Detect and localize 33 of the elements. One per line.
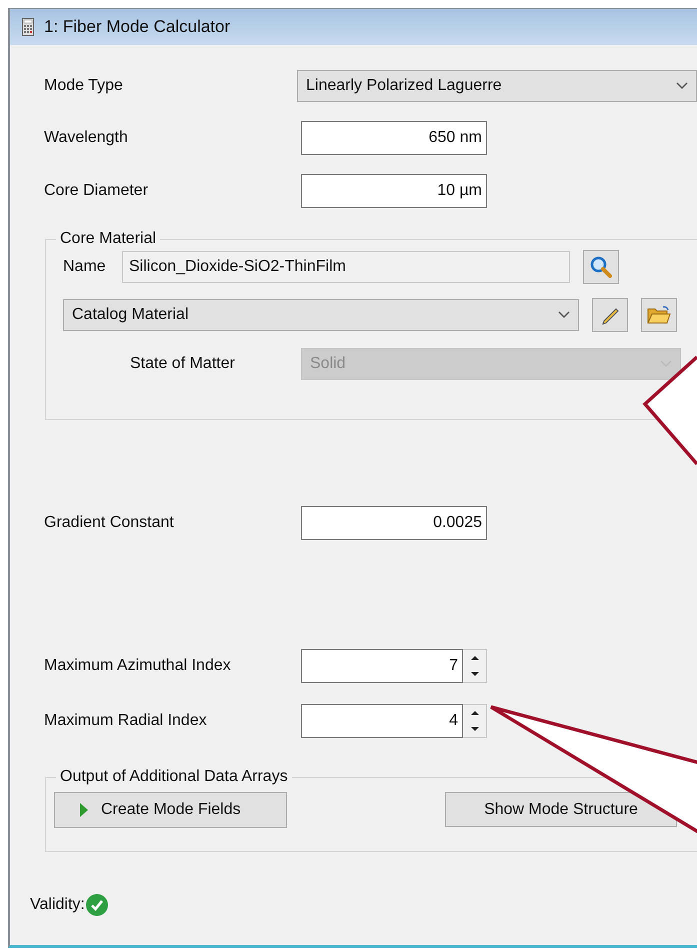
show-button[interactable]: Show Mode Structure: [445, 792, 677, 827]
group-title: Core Material: [59, 230, 158, 248]
validity-label: Validity:: [30, 896, 85, 914]
field-label: Name: [63, 258, 107, 276]
folder-icon: [646, 304, 672, 326]
field-label: Gradient Constant: [44, 514, 175, 532]
field-label: Maximum Azimuthal Index: [44, 657, 232, 675]
open-button[interactable]: [641, 298, 677, 332]
material-dropdown[interactable]: Catalog Material: [63, 299, 579, 331]
search-button[interactable]: [583, 250, 619, 284]
input-field[interactable]: Silicon_Dioxide-SiO2-ThinFilm: [122, 251, 570, 283]
field-label: Wavelength: [44, 129, 129, 147]
mode-type-dropdown[interactable]: Linearly Polarized Laguerre: [297, 70, 697, 102]
field-label: State of Matter: [130, 355, 236, 373]
input-field[interactable]: 650 nm: [301, 121, 487, 155]
spin-field[interactable]: 7: [301, 649, 463, 683]
field-label: Core Diameter: [44, 182, 150, 200]
search-icon: [589, 255, 613, 279]
chevron-icon: [558, 311, 570, 319]
group-title: Output of Additional Data Arrays: [59, 768, 289, 786]
input-field[interactable]: 10 µm: [301, 174, 487, 208]
field-label: Maximum Radial Index: [44, 712, 208, 730]
spin-buttons[interactable]: [463, 649, 487, 683]
spin-buttons[interactable]: [463, 704, 487, 738]
play-icon: [79, 802, 89, 818]
input-field[interactable]: 0.0025: [301, 506, 487, 540]
edit-button[interactable]: [592, 298, 628, 332]
field-label: Mode Type: [44, 77, 124, 95]
chevron-icon: [676, 82, 688, 90]
calculator-icon: [22, 18, 34, 36]
window-title: 1: Fiber Mode Calculator: [44, 17, 230, 37]
spin-field[interactable]: 4: [301, 704, 463, 738]
create-button[interactable]: Create Mode Fields: [54, 792, 287, 828]
